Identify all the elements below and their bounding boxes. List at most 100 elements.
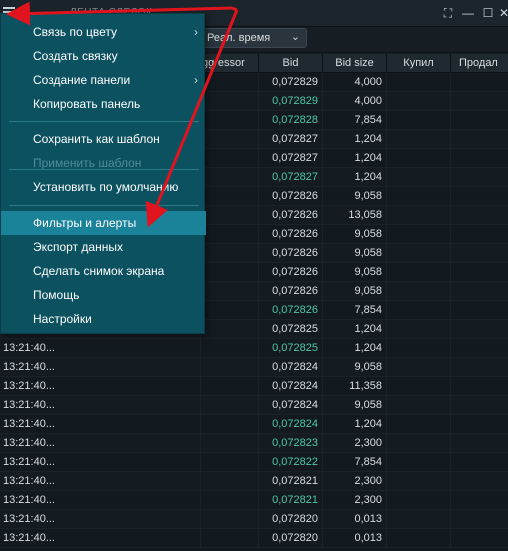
fullscreen-icon[interactable]: ⛶ — [441, 6, 455, 20]
column-divider — [386, 187, 387, 205]
column-divider — [450, 73, 451, 91]
column-divider — [450, 453, 451, 471]
cell-bid: 0,072827 — [272, 152, 318, 164]
column-divider — [386, 434, 387, 452]
column-divider — [450, 225, 451, 243]
column-divider — [450, 377, 451, 395]
context-menu: Связь по цвету › Создать связку Создание па… — [0, 13, 206, 334]
minimize-icon[interactable]: — — [461, 6, 475, 20]
cell-bid-size: 1,204 — [354, 133, 382, 145]
menu-item[interactable]: Копировать панель — [1, 92, 206, 116]
cell-bid: 0,072828 — [272, 114, 318, 126]
cell-bid-size: 7,854 — [354, 304, 382, 316]
cell-bid: 0,072826 — [272, 266, 318, 278]
table-row[interactable]: 13:21:40... 0,072821 2,300 — [0, 491, 508, 510]
table-row[interactable]: 13:21:40... 0,072820 0,013 — [0, 510, 508, 529]
column-header-bought[interactable]: Купил — [386, 54, 450, 73]
column-divider — [386, 225, 387, 243]
maximize-icon[interactable]: ☐ — [481, 6, 495, 20]
column-divider — [386, 377, 387, 395]
table-row[interactable]: 13:21:40... 0,072825 1,204 — [0, 339, 508, 358]
menu-separator — [9, 121, 199, 122]
column-divider — [450, 396, 451, 414]
table-row[interactable]: 13:21:40... 0,072820 0,013 — [0, 529, 508, 548]
cell-bid-size: 1,204 — [354, 152, 382, 164]
cell-bid: 0,072824 — [272, 399, 318, 411]
cell-bid-size: 7,854 — [354, 456, 382, 468]
menu-item-label: Помощь — [33, 288, 80, 302]
cell-time: 13:21:40... — [3, 342, 55, 354]
table-row[interactable]: 13:21:40... 0,072822 7,854 — [0, 453, 508, 472]
column-divider — [386, 130, 387, 148]
cell-bid-size: 1,204 — [354, 342, 382, 354]
cell-time: 13:21:40... — [3, 513, 55, 525]
table-row[interactable]: 13:21:40... 0,072824 11,358 — [0, 377, 508, 396]
column-divider — [200, 396, 201, 414]
cell-bid: 0,072821 — [272, 494, 318, 506]
menu-item[interactable]: Сделать снимок экрана — [1, 259, 206, 283]
table-row[interactable]: 13:21:40... 0,072821 2,300 — [0, 472, 508, 491]
cell-bid: 0,072824 — [272, 418, 318, 430]
menu-item[interactable]: Создание панели › — [1, 68, 206, 92]
menu-item-label: Применить шаблон — [33, 156, 142, 170]
column-divider — [386, 301, 387, 319]
menu-item[interactable]: Фильтры и алерты — [1, 211, 206, 235]
cell-bid: 0,072822 — [272, 456, 318, 468]
cell-bid: 0,072820 — [272, 532, 318, 544]
table-row[interactable]: 13:21:40... 0,072824 9,058 — [0, 358, 508, 377]
column-divider — [450, 491, 451, 509]
cell-bid-size: 2,300 — [354, 494, 382, 506]
cell-time: 13:21:40... — [3, 494, 55, 506]
column-divider — [450, 472, 451, 490]
cell-bid-size: 9,058 — [354, 247, 382, 259]
menu-item[interactable]: Связь по цвету › — [1, 20, 206, 44]
cell-bid: 0,072826 — [272, 190, 318, 202]
menu-item-label: Экспорт данных — [33, 240, 123, 254]
menu-item[interactable]: Создать связку — [1, 44, 206, 68]
column-header-sold[interactable]: Продал — [450, 54, 508, 73]
mode-select[interactable]: Реал. время ⌄ — [200, 28, 307, 48]
cell-bid: 0,072827 — [272, 133, 318, 145]
menu-item[interactable]: Установить по умолчанию — [1, 175, 206, 199]
column-divider — [386, 529, 387, 547]
table-row[interactable]: 13:21:40... 0,072823 2,300 — [0, 434, 508, 453]
column-divider — [386, 206, 387, 224]
menu-item[interactable]: Экспорт данных — [1, 235, 206, 259]
chevron-down-icon: ⌄ — [290, 31, 300, 43]
column-header-aggressor[interactable]: ggressor — [200, 54, 258, 73]
cell-bid-size: 1,204 — [354, 323, 382, 335]
column-divider — [386, 92, 387, 110]
column-divider — [450, 301, 451, 319]
column-header-bid[interactable]: Bid — [258, 54, 322, 73]
menu-item[interactable]: Помощь — [1, 283, 206, 307]
cell-bid: 0,072826 — [272, 209, 318, 221]
menu-item[interactable]: Сохранить как шаблон — [1, 127, 206, 151]
cell-time: 13:21:40... — [3, 418, 55, 430]
cell-time: 13:21:40... — [3, 532, 55, 544]
column-divider — [386, 339, 387, 357]
menu-item[interactable]: Настройки — [1, 307, 206, 331]
column-header-bid-size[interactable]: Bid size — [322, 54, 386, 73]
cell-bid: 0,072825 — [272, 323, 318, 335]
column-divider — [200, 434, 201, 452]
column-divider — [450, 510, 451, 528]
column-divider — [450, 282, 451, 300]
cell-bid: 0,072824 — [272, 361, 318, 373]
column-divider — [386, 358, 387, 376]
cell-bid-size: 0,013 — [354, 532, 382, 544]
close-icon[interactable]: ✕ — [497, 6, 508, 20]
table-row[interactable]: 13:21:40... 0,072824 1,204 — [0, 415, 508, 434]
chevron-right-icon: › — [194, 25, 198, 39]
table-row[interactable]: 13:21:40... 0,072824 9,058 — [0, 396, 508, 415]
cell-bid: 0,072824 — [272, 380, 318, 392]
column-divider — [450, 244, 451, 262]
menu-separator — [9, 169, 199, 170]
cell-bid-size: 7,854 — [354, 114, 382, 126]
cell-bid: 0,072823 — [272, 437, 318, 449]
menu-item-label: Сделать снимок экрана — [33, 264, 165, 278]
column-divider — [450, 415, 451, 433]
cell-bid-size: 9,058 — [354, 285, 382, 297]
menu-item-label: Сохранить как шаблон — [33, 132, 160, 146]
cell-bid-size: 1,204 — [354, 418, 382, 430]
column-divider — [200, 491, 201, 509]
